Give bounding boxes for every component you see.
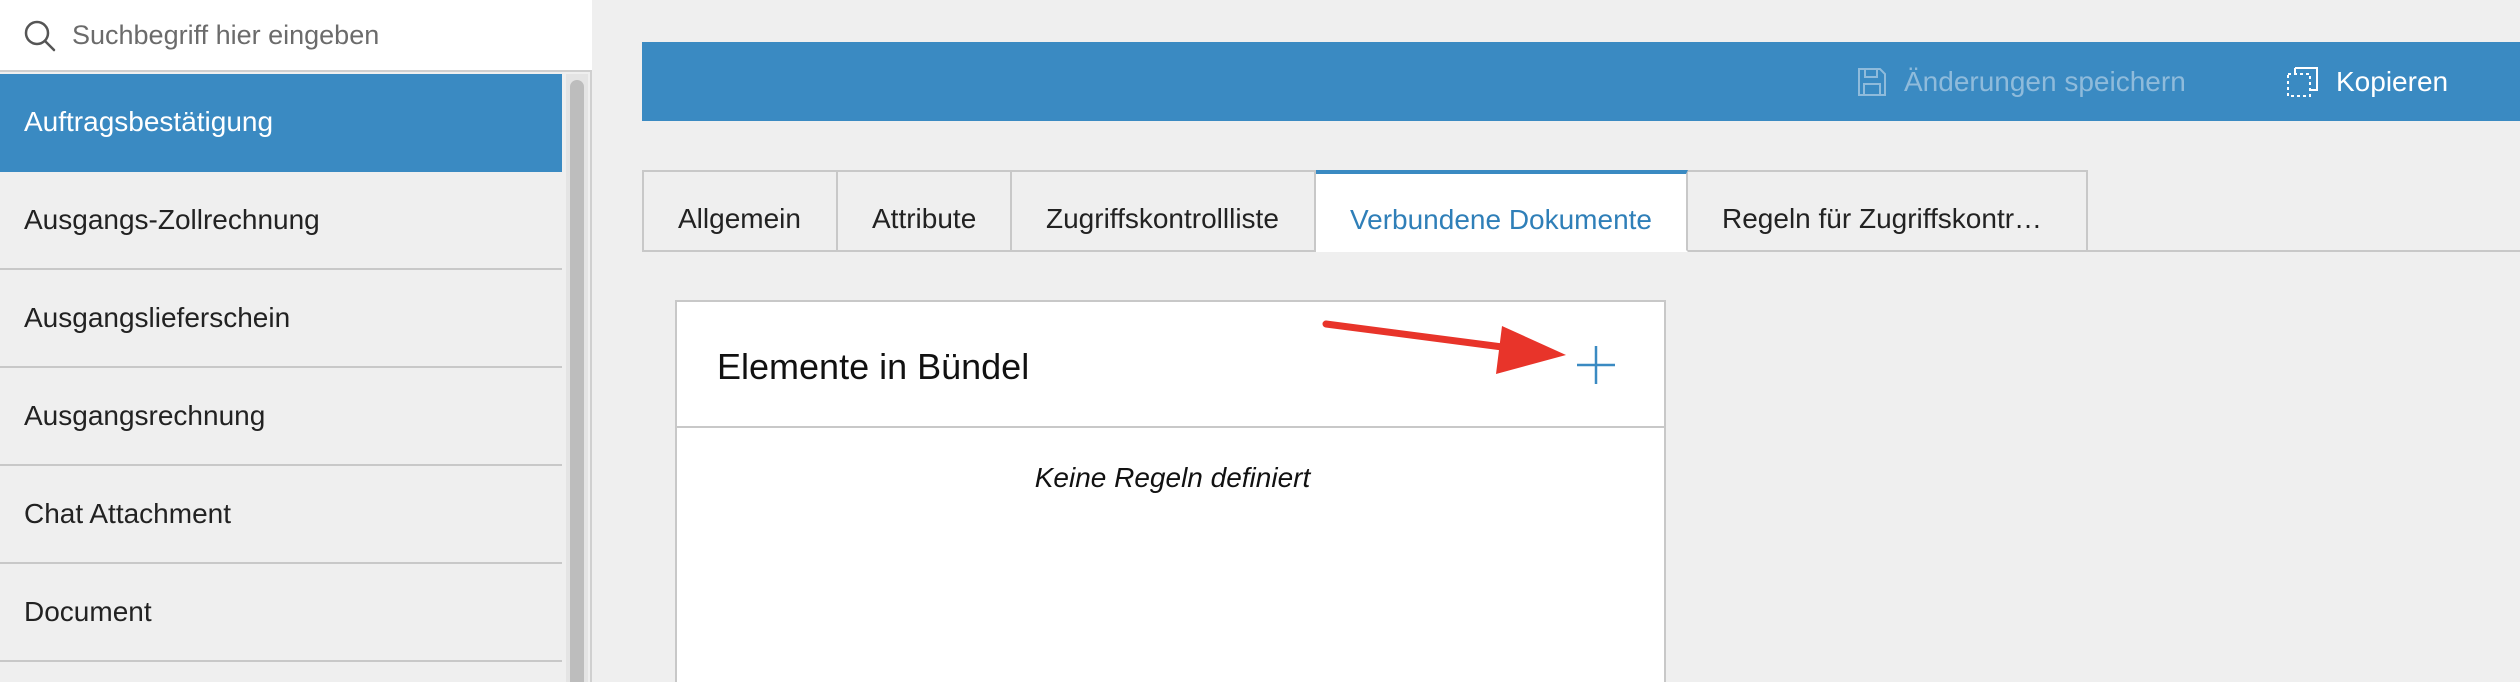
tab-label: Verbundene Dokumente [1350,204,1652,235]
empty-state-text: Keine Regeln definiert [1034,462,1311,493]
list-item-label: Ausgangs-Zollrechnung [24,204,320,235]
scrollbar-thumb[interactable] [570,80,584,682]
copy-label: Kopieren [2336,65,2449,97]
tab-label: Allgemein [678,203,801,234]
list-item-document[interactable]: Document [0,564,562,662]
tab-attribute[interactable]: Attribute [838,170,1012,252]
tab-label: Attribute [872,203,977,234]
floppy-disk-icon [1858,67,1886,96]
list-item-chat-attachment[interactable]: Chat Attachment [0,466,562,564]
tab-label: Regeln für Zugriffskontr… [1722,203,2043,234]
save-changes-button[interactable]: Änderungen speichern [1856,42,2186,121]
tab-allgemein[interactable]: Allgemein [642,170,838,252]
document-type-list: Auftragsbestätigung Ausgangs-Zollrechnun… [0,74,562,662]
sidebar: Auftragsbestätigung Ausgangs-Zollrechnun… [0,0,592,682]
tab-bar: Allgemein Attribute Zugriffskontrolllist… [642,170,2088,252]
search-icon [24,20,56,52]
sidebar-scrollbar[interactable] [566,74,588,682]
copy-icon [2287,66,2318,97]
tab-verbundene-dokumente[interactable]: Verbundene Dokumente [1316,170,1688,252]
list-item-label: Chat Attachment [24,498,232,529]
copy-button[interactable]: Kopieren [2286,42,2448,121]
list-item-ausgangsrechnung[interactable]: Ausgangsrechnung [0,368,562,466]
list-item-label: Ausgangslieferschein [24,302,291,333]
toolbar: Änderungen speichern Kopieren [642,42,2520,121]
list-item-ausgangs-zollrechnung[interactable]: Ausgangs-Zollrechnung [0,172,562,270]
search-bar [0,0,592,72]
red-arrow-icon [1322,320,1566,374]
list-item-ausgangslieferschein[interactable]: Ausgangslieferschein [0,270,562,368]
search-input[interactable] [72,12,572,58]
list-item-auftragsbestaetigung[interactable]: Auftragsbestätigung [0,74,562,172]
tab-bar-baseline [2086,250,2520,252]
tab-label: Zugriffskontrollliste [1046,203,1279,234]
panel-title: Elemente in Bündel [717,346,1030,387]
list-item-label: Document [24,596,152,627]
tab-zugriffskontrollliste[interactable]: Zugriffskontrollliste [1012,170,1316,252]
tab-regeln-fuer-zugriffskontrolle[interactable]: Regeln für Zugriffskontr… [1688,170,2088,252]
save-changes-label: Änderungen speichern [1904,65,2186,97]
list-item-label: Ausgangsrechnung [24,400,266,431]
list-item-label: Auftragsbestätigung [24,106,274,137]
